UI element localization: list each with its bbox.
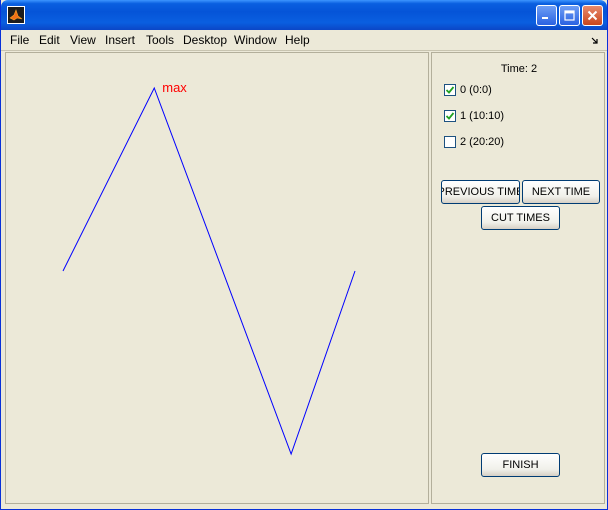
time-label: Time: 2 bbox=[500, 63, 538, 75]
dock-arrow-icon[interactable] bbox=[591, 34, 599, 48]
checkmark-icon bbox=[445, 112, 455, 120]
next-time-button[interactable]: NEXT TIME bbox=[522, 180, 600, 204]
max-annotation: max bbox=[162, 80, 187, 95]
checkbox-label: 2 (20:20) bbox=[460, 136, 505, 148]
checkbox-0[interactable] bbox=[444, 84, 456, 96]
checkmark-icon bbox=[445, 86, 455, 94]
plot-area: max bbox=[62, 80, 356, 456]
matlab-logo-icon bbox=[7, 6, 25, 24]
close-button[interactable] bbox=[582, 5, 603, 26]
checkbox-2[interactable] bbox=[444, 136, 456, 148]
checkbox-label: 0 (0:0) bbox=[460, 84, 492, 96]
title-bar[interactable] bbox=[1, 0, 607, 30]
previous-time-button[interactable]: PREVIOUS TIME bbox=[441, 180, 520, 204]
checkbox-time-2[interactable]: 2 (20:20) bbox=[444, 135, 504, 149]
finish-button[interactable]: FINISH bbox=[481, 453, 560, 477]
menu-edit[interactable]: Edit bbox=[39, 32, 60, 48]
menu-help[interactable]: Help bbox=[285, 32, 310, 48]
plot-axes[interactable]: max bbox=[5, 52, 429, 504]
close-icon bbox=[587, 10, 598, 21]
minimize-button[interactable] bbox=[536, 5, 557, 26]
menu-desktop[interactable]: Desktop bbox=[183, 32, 227, 48]
menu-bar: File Edit View Insert Tools Desktop Wind… bbox=[1, 30, 607, 51]
checkbox-1[interactable] bbox=[444, 110, 456, 122]
checkbox-time-0[interactable]: 0 (0:0) bbox=[444, 83, 492, 97]
checkbox-time-1[interactable]: 1 (10:10) bbox=[444, 109, 504, 123]
checkbox-label: 1 (10:10) bbox=[460, 110, 505, 122]
minimize-icon bbox=[542, 17, 548, 19]
menu-file[interactable]: File bbox=[10, 32, 29, 48]
menu-view[interactable]: View bbox=[70, 32, 96, 48]
cut-times-button[interactable]: CUT TIMES bbox=[481, 206, 560, 230]
maximize-button[interactable] bbox=[559, 5, 580, 26]
menu-tools[interactable]: Tools bbox=[146, 32, 174, 48]
maximize-icon bbox=[564, 10, 575, 21]
signal-line bbox=[62, 86, 356, 456]
figure-window: File Edit View Insert Tools Desktop Wind… bbox=[0, 0, 608, 510]
control-panel: Time: 2 0 (0:0) 1 (10:10) 2 (20:20) PREV… bbox=[431, 52, 605, 504]
menu-insert[interactable]: Insert bbox=[105, 32, 135, 48]
menu-window[interactable]: Window bbox=[234, 32, 277, 48]
